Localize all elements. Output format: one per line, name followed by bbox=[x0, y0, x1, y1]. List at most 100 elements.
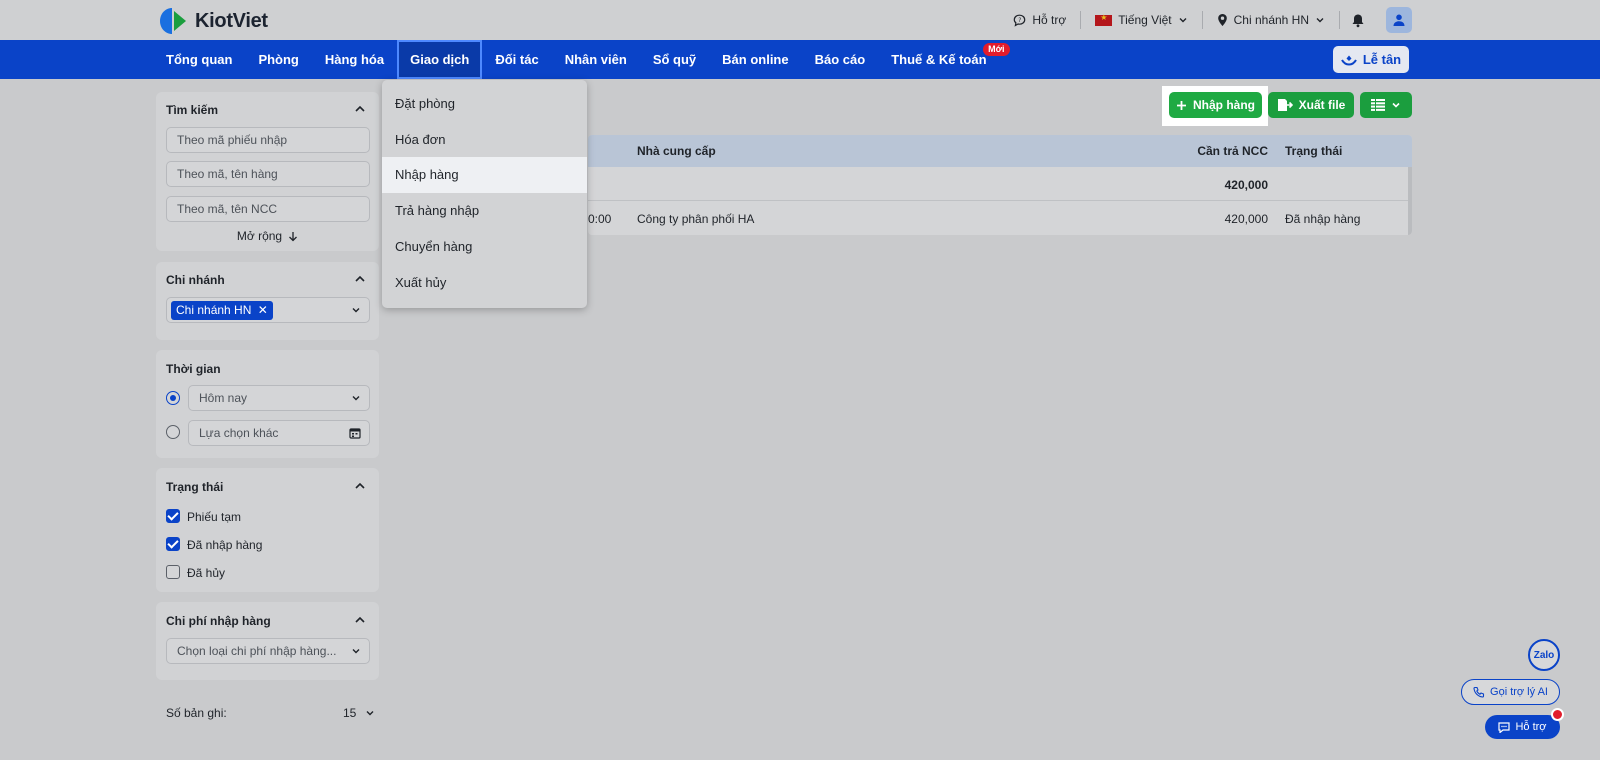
chevron-down-icon bbox=[1179, 18, 1187, 23]
records-per-page-value: 15 bbox=[343, 706, 357, 720]
expand-label: Mở rộng bbox=[236, 229, 283, 243]
reception-button[interactable]: Lễ tân bbox=[1333, 46, 1409, 73]
import-cost-select[interactable]: Chọn loại chi phí nhập hàng... bbox=[166, 638, 370, 664]
kiotviet-logo-icon bbox=[160, 8, 186, 34]
nav-item-cashbook[interactable]: Sổ quỹ bbox=[640, 40, 709, 79]
time-today-label: Hôm nay bbox=[199, 391, 248, 405]
location-pin-icon bbox=[1217, 14, 1227, 26]
chevron-up-icon[interactable] bbox=[353, 613, 367, 627]
notification-dot bbox=[1551, 708, 1564, 721]
menu-item-disposals[interactable]: Xuất hủy bbox=[382, 265, 587, 301]
user-avatar[interactable] bbox=[1386, 7, 1412, 33]
help-chat-label: Hỗ trợ bbox=[1515, 721, 1547, 733]
ai-assistant-label: Gọi trợ lý AI bbox=[1490, 686, 1548, 698]
records-per-page-select[interactable]: 15 bbox=[343, 706, 375, 720]
menu-item-transfers[interactable]: Chuyển hàng bbox=[382, 229, 587, 265]
col-status: Trạng thái bbox=[1285, 144, 1343, 158]
chevron-up-icon[interactable] bbox=[353, 479, 367, 493]
nav-item-tax-label: Thuế & Kế toán bbox=[891, 52, 987, 67]
reception-bell-icon bbox=[1340, 55, 1357, 66]
chevron-down-icon bbox=[1392, 102, 1400, 108]
ai-assistant-button[interactable]: Gọi trợ lý AI bbox=[1461, 679, 1560, 705]
chat-bubble-icon: ? bbox=[1014, 14, 1026, 27]
list-view-icon bbox=[1371, 99, 1385, 111]
arrow-down-icon bbox=[289, 231, 298, 241]
col-supplier: Nhà cung cấp bbox=[637, 144, 716, 158]
calendar-icon bbox=[349, 428, 361, 439]
time-custom-field[interactable]: Lựa chọn khác bbox=[188, 420, 370, 446]
import-receipts-table: Nhà cung cấp Cần trả NCC Trạng thái 420,… bbox=[588, 135, 1412, 235]
branch-multiselect[interactable]: Chi nhánh HN ✕ bbox=[166, 297, 370, 323]
summary-payable: 420,000 bbox=[1224, 178, 1268, 192]
remove-chip-icon[interactable]: ✕ bbox=[258, 303, 268, 317]
time-panel: Thời gian Hôm nay Lựa chọn khác bbox=[156, 350, 379, 458]
expand-search-link[interactable]: Mở rộng bbox=[156, 229, 379, 243]
branch-selector[interactable]: Chi nhánh HN bbox=[1203, 0, 1339, 40]
bell-icon bbox=[1352, 14, 1364, 27]
nav-item-overview[interactable]: Tổng quan bbox=[153, 40, 245, 79]
cell-status: Đã nhập hàng bbox=[1285, 212, 1361, 226]
scrollbar[interactable] bbox=[1408, 167, 1412, 235]
search-supplier-input[interactable]: Theo mã, tên NCC bbox=[166, 196, 370, 222]
language-selector[interactable]: Tiếng Việt bbox=[1081, 0, 1201, 40]
menu-item-imports[interactable]: Nhập hàng bbox=[382, 157, 587, 193]
status-cancelled-label: Đã hủy bbox=[187, 566, 226, 580]
export-file-button[interactable]: Xuất file bbox=[1268, 92, 1354, 118]
search-panel-title: Tìm kiếm bbox=[166, 103, 219, 117]
phone-call-icon bbox=[1473, 686, 1485, 698]
nav-item-rooms[interactable]: Phòng bbox=[245, 40, 311, 79]
export-file-icon bbox=[1277, 99, 1293, 111]
status-panel: Trạng thái Phiếu tạm Đã nhập hàng Đã hủy bbox=[156, 468, 379, 592]
nav-item-products[interactable]: Hàng hóa bbox=[312, 40, 397, 79]
zalo-button[interactable]: Zalo bbox=[1528, 639, 1560, 671]
nav-item-online-sales[interactable]: Bán online bbox=[709, 40, 801, 79]
time-custom-radio[interactable] bbox=[166, 425, 180, 439]
reception-label: Lễ tân bbox=[1362, 52, 1402, 67]
nav-item-staff[interactable]: Nhân viên bbox=[552, 40, 640, 79]
table-row[interactable]: 0:00 Công ty phân phối HA 420,000 Đã nhậ… bbox=[588, 201, 1412, 235]
status-draft-checkbox[interactable] bbox=[166, 509, 180, 523]
chevron-down-icon bbox=[1316, 18, 1324, 23]
search-product-input[interactable]: Theo mã, tên hàng bbox=[166, 161, 370, 187]
cell-payable: 420,000 bbox=[1224, 212, 1268, 226]
add-import-button[interactable]: Nhập hàng bbox=[1169, 92, 1262, 118]
time-today-select[interactable]: Hôm nay bbox=[188, 385, 370, 411]
help-chat-button[interactable]: Hỗ trợ bbox=[1485, 715, 1560, 739]
chevron-down-icon bbox=[352, 649, 360, 654]
transactions-dropdown: Đặt phòng Hóa đơn Nhập hàng Trả hàng nhậ… bbox=[382, 80, 587, 308]
chevron-up-icon[interactable] bbox=[353, 102, 367, 116]
time-today-radio[interactable] bbox=[166, 391, 180, 405]
user-icon bbox=[1393, 14, 1405, 26]
svg-text:?: ? bbox=[1019, 17, 1022, 24]
cell-time: 0:00 bbox=[588, 212, 612, 226]
menu-item-bookings[interactable]: Đặt phòng bbox=[382, 86, 587, 122]
import-cost-panel: Chi phí nhập hàng Chọn loại chi phí nhập… bbox=[156, 602, 379, 680]
add-import-label: Nhập hàng bbox=[1193, 98, 1255, 112]
language-label: Tiếng Việt bbox=[1118, 13, 1172, 27]
status-cancelled-checkbox[interactable] bbox=[166, 565, 180, 579]
menu-item-import-returns[interactable]: Trả hàng nhập bbox=[382, 193, 587, 229]
nav-item-transactions[interactable]: Giao dịch bbox=[397, 40, 483, 79]
col-payable: Cần trả NCC bbox=[1197, 144, 1268, 158]
nav-item-reports[interactable]: Báo cáo bbox=[802, 40, 879, 79]
chat-icon bbox=[1498, 721, 1511, 733]
brand-name: KiotViet bbox=[195, 9, 268, 32]
time-custom-label: Lựa chọn khác bbox=[199, 426, 279, 440]
nav-item-partners[interactable]: Đối tác bbox=[482, 40, 551, 79]
search-receipt-code-input[interactable]: Theo mã phiếu nhập bbox=[166, 127, 370, 153]
nav-items: Tổng quan Phòng Hàng hóa Giao dịch Đối t… bbox=[153, 40, 1010, 79]
menu-item-invoices[interactable]: Hóa đơn bbox=[382, 122, 587, 158]
support-link[interactable]: ? Hỗ trợ bbox=[999, 0, 1080, 40]
chevron-up-icon[interactable] bbox=[353, 272, 367, 286]
column-view-button[interactable] bbox=[1360, 92, 1412, 118]
status-received-checkbox[interactable] bbox=[166, 537, 180, 551]
branch-panel: Chi nhánh Chi nhánh HN ✕ bbox=[156, 262, 379, 340]
new-badge: Mới bbox=[983, 43, 1010, 56]
notifications-button[interactable] bbox=[1340, 0, 1376, 40]
brand-logo[interactable]: KiotViet bbox=[158, 7, 268, 35]
nav-item-tax-accounting[interactable]: Thuế & Kế toán Mới bbox=[878, 40, 1010, 79]
status-received-label: Đã nhập hàng bbox=[187, 538, 263, 552]
support-label: Hỗ trợ bbox=[1032, 13, 1067, 27]
chevron-down-icon bbox=[366, 711, 374, 716]
header-actions: ? Hỗ trợ Tiếng Việt Chi nhánh HN bbox=[999, 0, 1412, 40]
